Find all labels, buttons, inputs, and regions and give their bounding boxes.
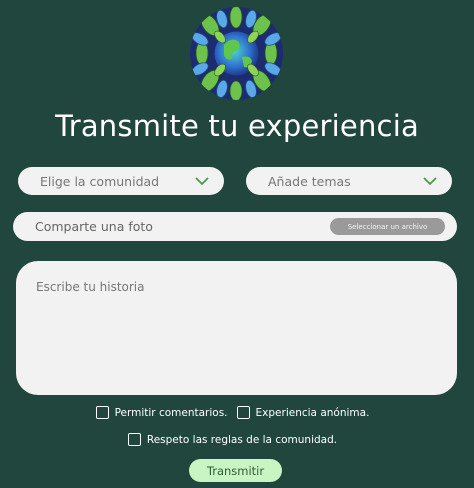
- anonymous-label[interactable]: Experiencia anónima.: [256, 407, 370, 419]
- chevron-down-icon: [195, 177, 209, 185]
- rules-checkbox[interactable]: [127, 433, 141, 446]
- select-file-button[interactable]: Seleccionar un archivo: [330, 218, 445, 235]
- anonymous-checkbox[interactable]: [236, 406, 250, 419]
- story-textarea[interactable]: Escribe tu historia: [16, 261, 457, 395]
- allow-comments-checkbox[interactable]: [95, 406, 109, 419]
- topics-select-value: Añade temas: [268, 173, 351, 189]
- community-select-value: Elige la comunidad: [40, 173, 160, 189]
- allow-comments-label[interactable]: Permitir comentarios.: [115, 407, 228, 419]
- photo-placeholder: Comparte una foto: [35, 219, 153, 234]
- photo-upload-field[interactable]: Comparte una foto Seleccionar un archivo: [13, 212, 457, 241]
- submit-button[interactable]: Transmitir: [189, 459, 282, 482]
- options-row: Permitir comentarios. Experiencia anónim…: [0, 406, 474, 419]
- earth-leaves-logo: [190, 7, 283, 100]
- page-title: Transmite tu experiencia: [55, 109, 419, 143]
- rules-label[interactable]: Respeto las reglas de la comunidad.: [147, 434, 337, 446]
- story-placeholder: Escribe tu historia: [36, 280, 145, 294]
- chevron-down-icon: [423, 177, 437, 185]
- community-select[interactable]: Elige la comunidad: [18, 167, 224, 195]
- rules-row: Respeto las reglas de la comunidad.: [0, 433, 474, 446]
- topics-select[interactable]: Añade temas: [246, 167, 452, 195]
